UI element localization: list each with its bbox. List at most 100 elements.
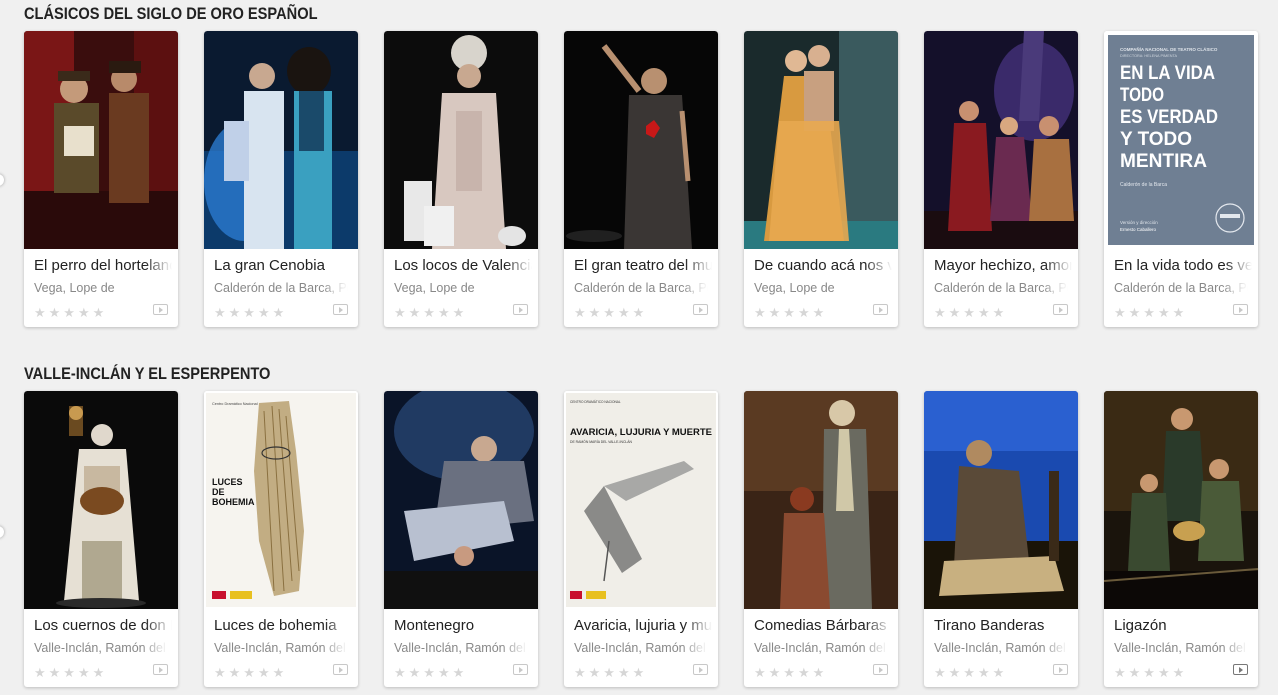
- card-title: La gran Cenobia: [214, 257, 325, 274]
- star-icon[interactable]: ★★★★★: [1114, 665, 1187, 680]
- poster-image[interactable]: [1104, 391, 1258, 609]
- video-play-icon[interactable]: [153, 304, 168, 315]
- poster-subtitle: DE RAMÓN MARÍA DEL VALLE-INCLÁN: [570, 439, 633, 444]
- poster-de-cuando-aca: [744, 31, 898, 249]
- rating-stars[interactable]: ★★★★★: [574, 664, 647, 680]
- rating-stars[interactable]: ★★★★★: [394, 664, 467, 680]
- rating-stars[interactable]: ★★★★★: [934, 304, 1007, 320]
- play-card[interactable]: CENTRO DRAMÁTICO NACIONAL AVARICIA, LUJU…: [564, 391, 718, 687]
- video-play-icon[interactable]: [513, 664, 528, 675]
- video-play-icon[interactable]: [333, 304, 348, 315]
- video-play-icon[interactable]: [1233, 664, 1248, 675]
- poster-ligazon: [1104, 391, 1258, 609]
- video-play-icon[interactable]: [333, 664, 348, 675]
- poster-image[interactable]: [924, 31, 1078, 249]
- star-icon[interactable]: ★★★★★: [214, 305, 287, 320]
- video-play-icon[interactable]: [1053, 664, 1068, 675]
- card-author: Vega, Lope de: [394, 281, 475, 295]
- card-title: El gran teatro del mundo: [574, 257, 712, 274]
- play-card[interactable]: Los cuernos de don Friolera Valle-Inclán…: [24, 391, 178, 687]
- poster-header: Centro Dramático Nacional: [212, 402, 258, 406]
- play-card[interactable]: El perro del hortelano Vega, Lope de ★★★…: [24, 31, 178, 327]
- poster-los-cuernos: [24, 391, 178, 609]
- play-card[interactable]: Ligazón Valle-Inclán, Ramón del ★★★★★: [1104, 391, 1258, 687]
- poster-image[interactable]: [384, 391, 538, 609]
- poster-image[interactable]: [744, 31, 898, 249]
- rating-stars[interactable]: ★★★★★: [574, 304, 647, 320]
- rating-stars[interactable]: ★★★★★: [1114, 664, 1187, 680]
- poster-company: COMPAÑÍA NACIONAL DE TEATRO CLÁSICO: [1120, 45, 1218, 52]
- star-icon[interactable]: ★★★★★: [934, 665, 1007, 680]
- video-play-icon[interactable]: [873, 304, 888, 315]
- play-card[interactable]: COMPAÑÍA NACIONAL DE TEATRO CLÁSICO DIRE…: [1104, 31, 1258, 327]
- star-icon[interactable]: ★★★★★: [754, 305, 827, 320]
- rating-stars[interactable]: ★★★★★: [754, 664, 827, 680]
- video-play-icon[interactable]: [153, 664, 168, 675]
- play-card[interactable]: Los locos de Valencia Vega, Lope de ★★★★…: [384, 31, 538, 327]
- play-card[interactable]: Comedias Bárbaras Valle-Inclán, Ramón de…: [744, 391, 898, 687]
- card-title: Mayor hechizo, amor: [934, 257, 1072, 274]
- star-icon[interactable]: ★★★★★: [1114, 305, 1187, 320]
- carousel-prev-button[interactable]: [0, 526, 4, 538]
- poster-el-perro: [24, 31, 178, 249]
- poster-image[interactable]: [564, 31, 718, 249]
- poster-image[interactable]: [744, 391, 898, 609]
- carousel-prev-button[interactable]: [0, 174, 4, 186]
- play-card[interactable]: Mayor hechizo, amor Calderón de la Barca…: [924, 31, 1078, 327]
- poster-image[interactable]: [924, 391, 1078, 609]
- card-author: Valle-Inclán, Ramón del: [754, 641, 886, 655]
- video-play-icon[interactable]: [873, 664, 888, 675]
- card-title: Los locos de Valencia: [394, 257, 532, 274]
- rating-stars[interactable]: ★★★★★: [34, 304, 107, 320]
- card-author: Vega, Lope de: [34, 281, 115, 295]
- video-play-icon[interactable]: [693, 664, 708, 675]
- star-icon[interactable]: ★★★★★: [934, 305, 1007, 320]
- poster-la-gran-cenobia: [204, 31, 358, 249]
- star-icon[interactable]: ★★★★★: [574, 305, 647, 320]
- card-title: El perro del hortelano: [34, 257, 172, 274]
- rating-stars[interactable]: ★★★★★: [394, 304, 467, 320]
- star-icon[interactable]: ★★★★★: [34, 305, 107, 320]
- star-icon[interactable]: ★★★★★: [574, 665, 647, 680]
- poster-direction: DIRECTORA: HELENA PIMENTA: [1120, 54, 1178, 58]
- play-card[interactable]: Tirano Banderas Valle-Inclán, Ramón del …: [924, 391, 1078, 687]
- carousel-row: Los cuernos de don Friolera Valle-Inclán…: [24, 391, 1278, 687]
- rating-stars[interactable]: ★★★★★: [754, 304, 827, 320]
- card-title: Montenegro: [394, 617, 475, 634]
- play-card[interactable]: Montenegro Valle-Inclán, Ramón del ★★★★★: [384, 391, 538, 687]
- video-play-icon[interactable]: [513, 304, 528, 315]
- section-title: VALLE-INCLÁN Y EL ESPERPENTO: [24, 364, 271, 383]
- card-author: Valle-Inclán, Ramón del: [574, 641, 706, 655]
- play-card[interactable]: De cuando acá nos vino Vega, Lope de ★★★…: [744, 31, 898, 327]
- star-icon[interactable]: ★★★★★: [214, 665, 287, 680]
- poster-header: CENTRO DRAMÁTICO NACIONAL: [570, 400, 621, 404]
- video-play-icon[interactable]: [1053, 304, 1068, 315]
- poster-image[interactable]: [384, 31, 538, 249]
- rating-stars[interactable]: ★★★★★: [34, 664, 107, 680]
- poster-image[interactable]: COMPAÑÍA NACIONAL DE TEATRO CLÁSICO DIRE…: [1104, 31, 1258, 249]
- rating-stars[interactable]: ★★★★★: [934, 664, 1007, 680]
- rating-stars[interactable]: ★★★★★: [1114, 304, 1187, 320]
- video-play-icon[interactable]: [1233, 304, 1248, 315]
- play-card[interactable]: Centro Dramático Nacional LUCES DE BOHEM…: [204, 391, 358, 687]
- poster-image[interactable]: Centro Dramático Nacional LUCES DE BOHEM…: [204, 391, 358, 609]
- card-title: Los cuernos de don Friolera: [34, 617, 172, 634]
- star-icon[interactable]: ★★★★★: [34, 665, 107, 680]
- card-title: Ligazón: [1114, 617, 1167, 634]
- star-icon[interactable]: ★★★★★: [394, 305, 467, 320]
- poster-image[interactable]: [24, 31, 178, 249]
- star-icon[interactable]: ★★★★★: [754, 665, 827, 680]
- poster-avaricia: CENTRO DRAMÁTICO NACIONAL AVARICIA, LUJU…: [564, 391, 718, 609]
- play-card[interactable]: La gran Cenobia Calderón de la Barca, Pe…: [204, 31, 358, 327]
- poster-image[interactable]: CENTRO DRAMÁTICO NACIONAL AVARICIA, LUJU…: [564, 391, 718, 609]
- video-play-icon[interactable]: [693, 304, 708, 315]
- play-card[interactable]: El gran teatro del mundo Calderón de la …: [564, 31, 718, 327]
- poster-image[interactable]: [204, 31, 358, 249]
- rating-stars[interactable]: ★★★★★: [214, 664, 287, 680]
- card-author: Calderón de la Barca, Pedro: [214, 281, 348, 295]
- poster-image[interactable]: [24, 391, 178, 609]
- rating-stars[interactable]: ★★★★★: [214, 304, 287, 320]
- card-title: En la vida todo es verdad y todo mentira: [1114, 257, 1252, 274]
- star-icon[interactable]: ★★★★★: [394, 665, 467, 680]
- poster-en-la-vida: COMPAÑÍA NACIONAL DE TEATRO CLÁSICO DIRE…: [1104, 31, 1258, 249]
